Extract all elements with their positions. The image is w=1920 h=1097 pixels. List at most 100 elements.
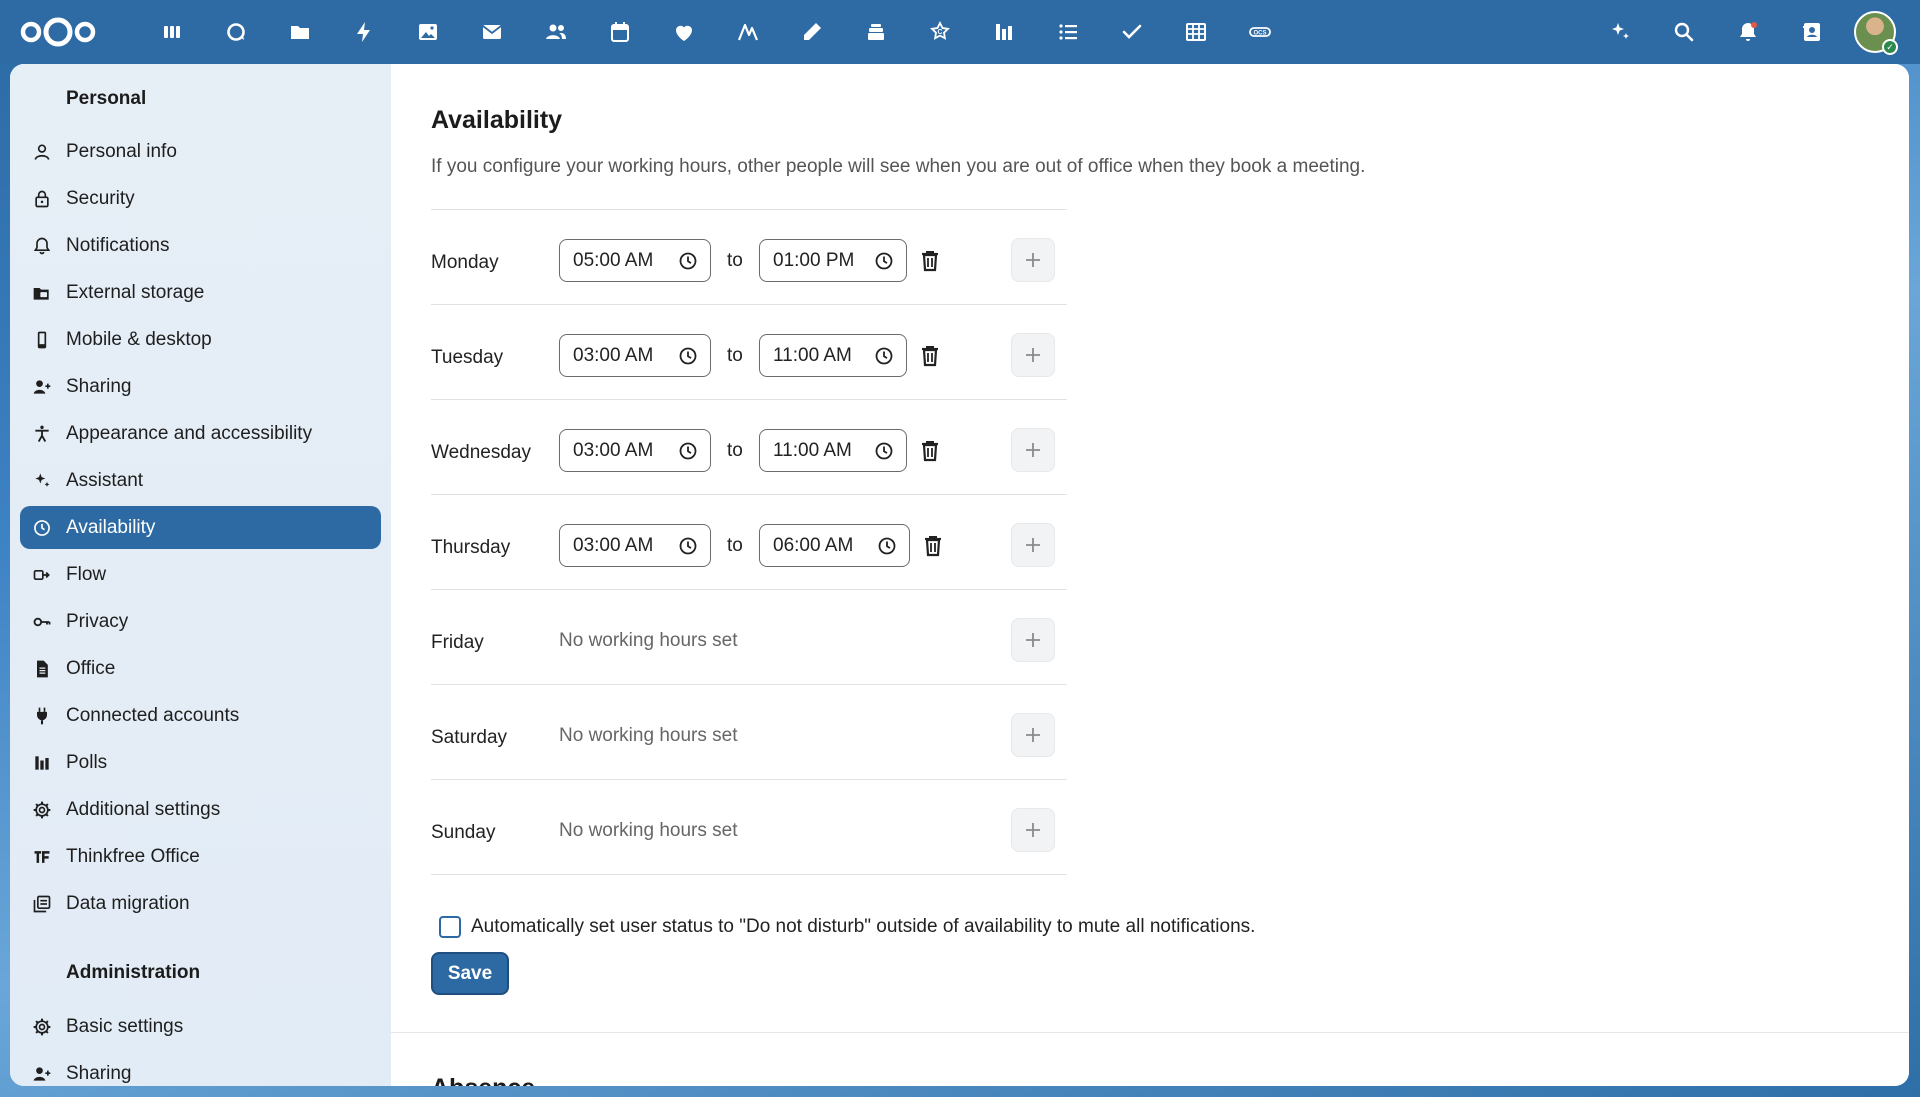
contacts-icon[interactable] [524, 0, 588, 64]
key-icon [30, 610, 54, 634]
add-slot-button[interactable] [1011, 618, 1055, 662]
sidebar-item-assistant[interactable]: Assistant [20, 459, 381, 502]
files-icon[interactable] [268, 0, 332, 64]
day-row-sunday: Sunday No working hours set [431, 779, 1067, 874]
ocs-icon[interactable]: OCS [1228, 0, 1292, 64]
start-time-input[interactable]: 03:00 AM [559, 429, 711, 472]
migration-icon [30, 892, 54, 916]
sidebar-item-appearance-and-accessibility[interactable]: Appearance and accessibility [20, 412, 381, 455]
personal-section-title: Personal [66, 88, 147, 109]
sidebar-item-availability[interactable]: Availability [20, 506, 381, 549]
end-time-input[interactable]: 01:00 PM [759, 239, 907, 282]
end-time-value: 11:00 AM [773, 439, 852, 461]
gear-icon [30, 1015, 54, 1039]
dnd-checkbox-row[interactable]: Automatically set user status to "Do not… [439, 916, 1255, 938]
sidebar-item-personal-info[interactable]: Personal info [20, 130, 381, 173]
delete-slot-icon[interactable] [919, 439, 941, 463]
clock-icon [678, 536, 698, 556]
sidebar-item-privacy[interactable]: Privacy [20, 600, 381, 643]
add-slot-button[interactable] [1011, 523, 1055, 567]
notes-icon[interactable] [780, 0, 844, 64]
assistant-icon[interactable] [1588, 0, 1652, 64]
no-working-hours-text: No working hours set [559, 725, 738, 746]
tasks-check-icon[interactable] [1100, 0, 1164, 64]
clock-icon [678, 251, 698, 271]
share-person-icon [30, 375, 54, 399]
add-slot-button[interactable] [1011, 713, 1055, 757]
sidebar-item-data-migration[interactable]: Data migration [20, 882, 381, 925]
sidebar-item-thinkfree-office[interactable]: Thinkfree Office [20, 835, 381, 878]
end-time-input[interactable]: 11:00 AM [759, 334, 907, 377]
no-working-hours-text: No working hours set [559, 820, 738, 841]
plus-icon [1026, 253, 1040, 267]
list-end-divider [431, 874, 1067, 875]
tables-icon[interactable] [1164, 0, 1228, 64]
sidebar-item-external-storage[interactable]: External storage [20, 271, 381, 314]
sidebar-item-additional-settings[interactable]: Additional settings [20, 788, 381, 831]
sidebar-item-label: Sharing [66, 375, 132, 397]
add-slot-button[interactable] [1011, 428, 1055, 472]
svg-text:OCS: OCS [1253, 31, 1266, 37]
activity-icon[interactable] [332, 0, 396, 64]
sidebar-item-sharing[interactable]: Sharing [20, 365, 381, 408]
sidebar-item-office[interactable]: Office [20, 647, 381, 690]
cospend-icon[interactable]: C [908, 0, 972, 64]
delete-slot-icon[interactable] [919, 249, 941, 273]
delete-slot-icon[interactable] [922, 534, 944, 558]
sidebar-item-label: Office [66, 657, 116, 679]
end-time-input[interactable]: 11:00 AM [759, 429, 907, 472]
health-icon[interactable] [652, 0, 716, 64]
plus-icon [1026, 443, 1040, 457]
deck-icon[interactable] [844, 0, 908, 64]
analytics-icon[interactable] [716, 0, 780, 64]
photos-icon[interactable] [396, 0, 460, 64]
day-row-wednesday: Wednesday 03:00 AM to 11:00 AM [431, 399, 1067, 494]
search-icon[interactable] [1652, 0, 1716, 64]
phone-icon [30, 328, 54, 352]
day-row-saturday: Saturday No working hours set [431, 684, 1067, 779]
day-name: Monday [431, 252, 499, 273]
end-time-value: 06:00 AM [773, 534, 854, 556]
plus-icon [1026, 633, 1040, 647]
sidebar-item-basic-settings[interactable]: Basic settings [20, 1005, 381, 1048]
person-icon [30, 140, 54, 164]
sidebar-item-notifications[interactable]: Notifications [20, 224, 381, 267]
sidebar-item-label: Data migration [66, 892, 190, 914]
tasks-list-icon[interactable] [1036, 0, 1100, 64]
lock-icon [30, 187, 54, 211]
add-slot-button[interactable] [1011, 333, 1055, 377]
calendar-icon[interactable] [588, 0, 652, 64]
sidebar-item-flow[interactable]: Flow [20, 553, 381, 596]
clock-icon [678, 346, 698, 366]
contacts-menu-icon[interactable] [1780, 0, 1844, 64]
add-slot-button[interactable] [1011, 238, 1055, 282]
sidebar-item-connected-accounts[interactable]: Connected accounts [20, 694, 381, 737]
sidebar-item-sharing[interactable]: Sharing [20, 1052, 381, 1086]
talk-icon[interactable] [204, 0, 268, 64]
day-name: Wednesday [431, 442, 531, 463]
delete-slot-icon[interactable] [919, 344, 941, 368]
administration-section-title: Administration [66, 962, 201, 983]
save-button[interactable]: Save [431, 952, 509, 995]
notifications-icon[interactable] [1716, 0, 1780, 64]
nextcloud-logo[interactable] [18, 14, 98, 50]
start-time-input[interactable]: 05:00 AM [559, 239, 711, 282]
mail-icon[interactable] [460, 0, 524, 64]
sidebar-item-polls[interactable]: Polls [20, 741, 381, 784]
sidebar-item-security[interactable]: Security [20, 177, 381, 220]
start-time-input[interactable]: 03:00 AM [559, 334, 711, 377]
add-slot-button[interactable] [1011, 808, 1055, 852]
day-row-thursday: Thursday 03:00 AM to 06:00 AM [431, 494, 1067, 589]
dnd-checkbox[interactable] [439, 916, 461, 938]
sidebar-item-label: Personal info [66, 140, 177, 162]
sidebar-item-mobile-desktop[interactable]: Mobile & desktop [20, 318, 381, 361]
dashboard-icon[interactable] [140, 0, 204, 64]
folder-storage-icon [30, 281, 54, 305]
end-time-input[interactable]: 06:00 AM [759, 524, 910, 567]
sparkle-icon [30, 469, 54, 493]
start-time-input[interactable]: 03:00 AM [559, 524, 711, 567]
user-avatar[interactable]: ✓ [1854, 11, 1898, 55]
polls-icon[interactable] [972, 0, 1036, 64]
day-name: Tuesday [431, 347, 504, 368]
sidebar-item-label: Appearance and accessibility [66, 422, 313, 444]
